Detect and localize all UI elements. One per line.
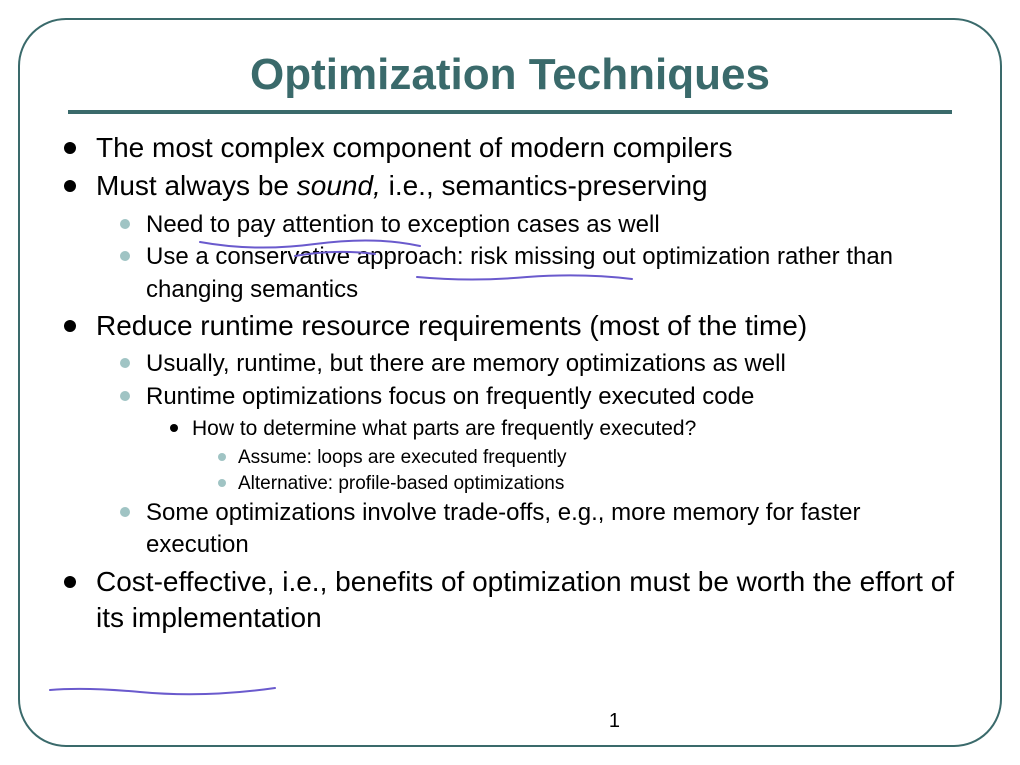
bullet-text: Must always be sound, i.e., semantics-pr…	[96, 168, 708, 204]
sub-bullet-item: Use a conservative approach: risk missin…	[120, 241, 960, 306]
sub-bullet-item: Some optimizations involve trade-offs, e…	[120, 497, 960, 562]
sub2-bullet-dot	[170, 424, 178, 432]
sub-bullet-item: Runtime optimizations focus on frequentl…	[120, 381, 960, 497]
sub3-bullet-text: Assume: loops are executed frequently	[238, 445, 566, 471]
bullet-item: Must always be sound, i.e., semantics-pr…	[60, 168, 960, 306]
bullet-text: Reduce runtime resource requirements (mo…	[96, 308, 807, 344]
slide-title: Optimization Techniques	[60, 50, 960, 100]
sub-bullet-text: Runtime optimizations focus on frequentl…	[146, 381, 754, 413]
bullet-dot	[64, 180, 76, 192]
content-list: The most complex component of modern com…	[60, 130, 960, 636]
bullet-dot	[64, 142, 76, 154]
sub-bullet-text: Use a conservative approach: risk missin…	[146, 241, 960, 306]
sub2-bullet-text: How to determine what parts are frequent…	[192, 415, 696, 443]
bullet-item: Reduce runtime resource requirements (mo…	[60, 308, 960, 562]
title-underline	[68, 110, 952, 114]
bullet-item: Cost-effective, i.e., benefits of optimi…	[60, 564, 960, 637]
sub-bullet-dot	[120, 507, 130, 517]
bullet-text: Cost-effective, i.e., benefits of optimi…	[96, 564, 960, 637]
bullet-text: The most complex component of modern com…	[96, 130, 733, 166]
sub3-bullet-dot	[218, 453, 226, 461]
bullet-dot	[64, 576, 76, 588]
sub3-bullet-dot	[218, 479, 226, 487]
sub-bullet-dot	[120, 219, 130, 229]
sub2-bullet-item: How to determine what parts are frequent…	[170, 415, 960, 497]
sub3-bullet-text: Alternative: profile-based optimizations	[238, 471, 564, 497]
slide-frame: Optimization Techniques The most complex…	[18, 18, 1002, 747]
sub-bullet-text: Usually, runtime, but there are memory o…	[146, 348, 786, 380]
sub3-bullet-item: Alternative: profile-based optimizations	[218, 471, 960, 497]
bullet-dot	[64, 320, 76, 332]
sub-bullet-item: Need to pay attention to exception cases…	[120, 209, 960, 241]
page-number: 1	[609, 710, 620, 733]
sub-bullet-dot	[120, 251, 130, 261]
sub3-bullet-item: Assume: loops are executed frequently	[218, 445, 960, 471]
sub-bullet-text: Need to pay attention to exception cases…	[146, 209, 660, 241]
sub-bullet-item: Usually, runtime, but there are memory o…	[120, 348, 960, 380]
sub-bullet-dot	[120, 391, 130, 401]
bullet-item: The most complex component of modern com…	[60, 130, 960, 166]
sub-bullet-dot	[120, 358, 130, 368]
sub-bullet-text: Some optimizations involve trade-offs, e…	[146, 497, 960, 562]
